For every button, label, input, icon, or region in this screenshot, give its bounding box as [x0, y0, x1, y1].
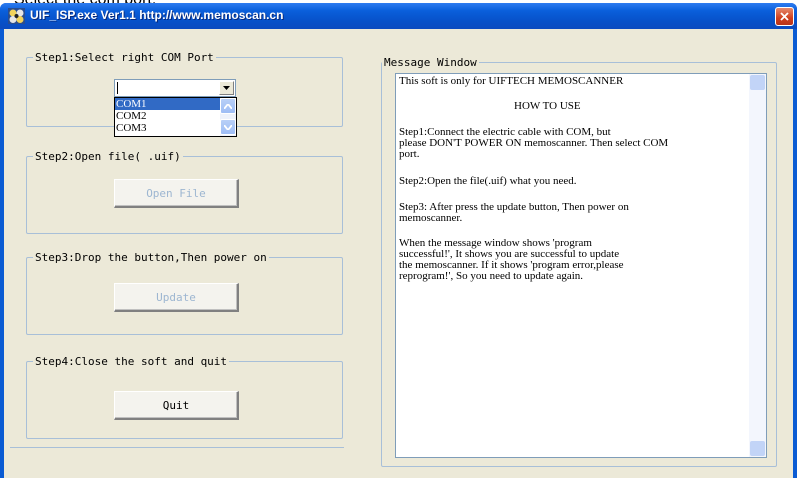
client-area: Step1:Select right COM Port COM1 COM2 CO…	[4, 29, 793, 478]
text-caret	[117, 82, 118, 94]
message-line: HOW TO USE	[514, 100, 581, 112]
message-textarea[interactable]: This soft is only for UIFTECH MEMOSCANNE…	[395, 73, 767, 458]
window-title: UIF_ISP.exe Ver1.1 http://www.memoscan.c…	[30, 8, 284, 22]
close-icon	[780, 12, 789, 21]
status-bar	[10, 447, 344, 473]
close-button[interactable]	[775, 7, 794, 26]
chevron-down-icon	[224, 124, 232, 130]
step4-legend: Step4:Close the soft and quit	[35, 355, 228, 368]
message-line: reprogram!', So you need to update again…	[399, 270, 584, 282]
step2-legend: Step2:Open file( .uif)	[35, 150, 181, 163]
message-line: memoscanner.	[399, 212, 463, 224]
message-scrollbar[interactable]	[749, 74, 766, 457]
update-button[interactable]: Update	[114, 283, 239, 312]
com-port-option[interactable]: COM3	[115, 122, 221, 134]
app-window: UIF_ISP.exe Ver1.1 http://www.memoscan.c…	[0, 3, 797, 478]
dropdown-scrollbar[interactable]	[220, 98, 236, 136]
com-port-combobox[interactable]	[114, 79, 236, 97]
message-line: port.	[399, 148, 420, 160]
step1-legend: Step1:Select right COM Port	[35, 51, 214, 64]
quit-button[interactable]: Quit	[114, 391, 239, 420]
scroll-up-button[interactable]	[750, 75, 765, 90]
message-line: please DON'T POWER ON memoscanner. Then …	[399, 137, 669, 149]
com-port-dropdown-list: COM1 COM2 COM3	[114, 97, 237, 137]
open-file-button[interactable]: Open File	[114, 179, 239, 208]
scroll-up-button[interactable]	[220, 98, 236, 114]
message-line: Step2:Open the file(.uif) what you need.	[399, 175, 577, 187]
combo-dropdown-button[interactable]	[219, 81, 234, 95]
com-port-option[interactable]: COM2	[115, 110, 221, 122]
step3-legend: Step3:Drop the button,Then power on	[35, 251, 267, 264]
chevron-up-icon	[224, 103, 232, 109]
chevron-down-icon	[223, 86, 230, 90]
message-window-legend: Message Window	[384, 56, 477, 69]
com-port-option[interactable]: COM1	[115, 98, 221, 110]
title-bar[interactable]: UIF_ISP.exe Ver1.1 http://www.memoscan.c…	[0, 3, 797, 29]
scroll-down-button[interactable]	[220, 119, 236, 135]
app-icon	[8, 8, 25, 24]
scroll-down-button[interactable]	[750, 441, 765, 456]
message-line: This soft is only for UIFTECH MEMOSCANNE…	[399, 75, 624, 87]
